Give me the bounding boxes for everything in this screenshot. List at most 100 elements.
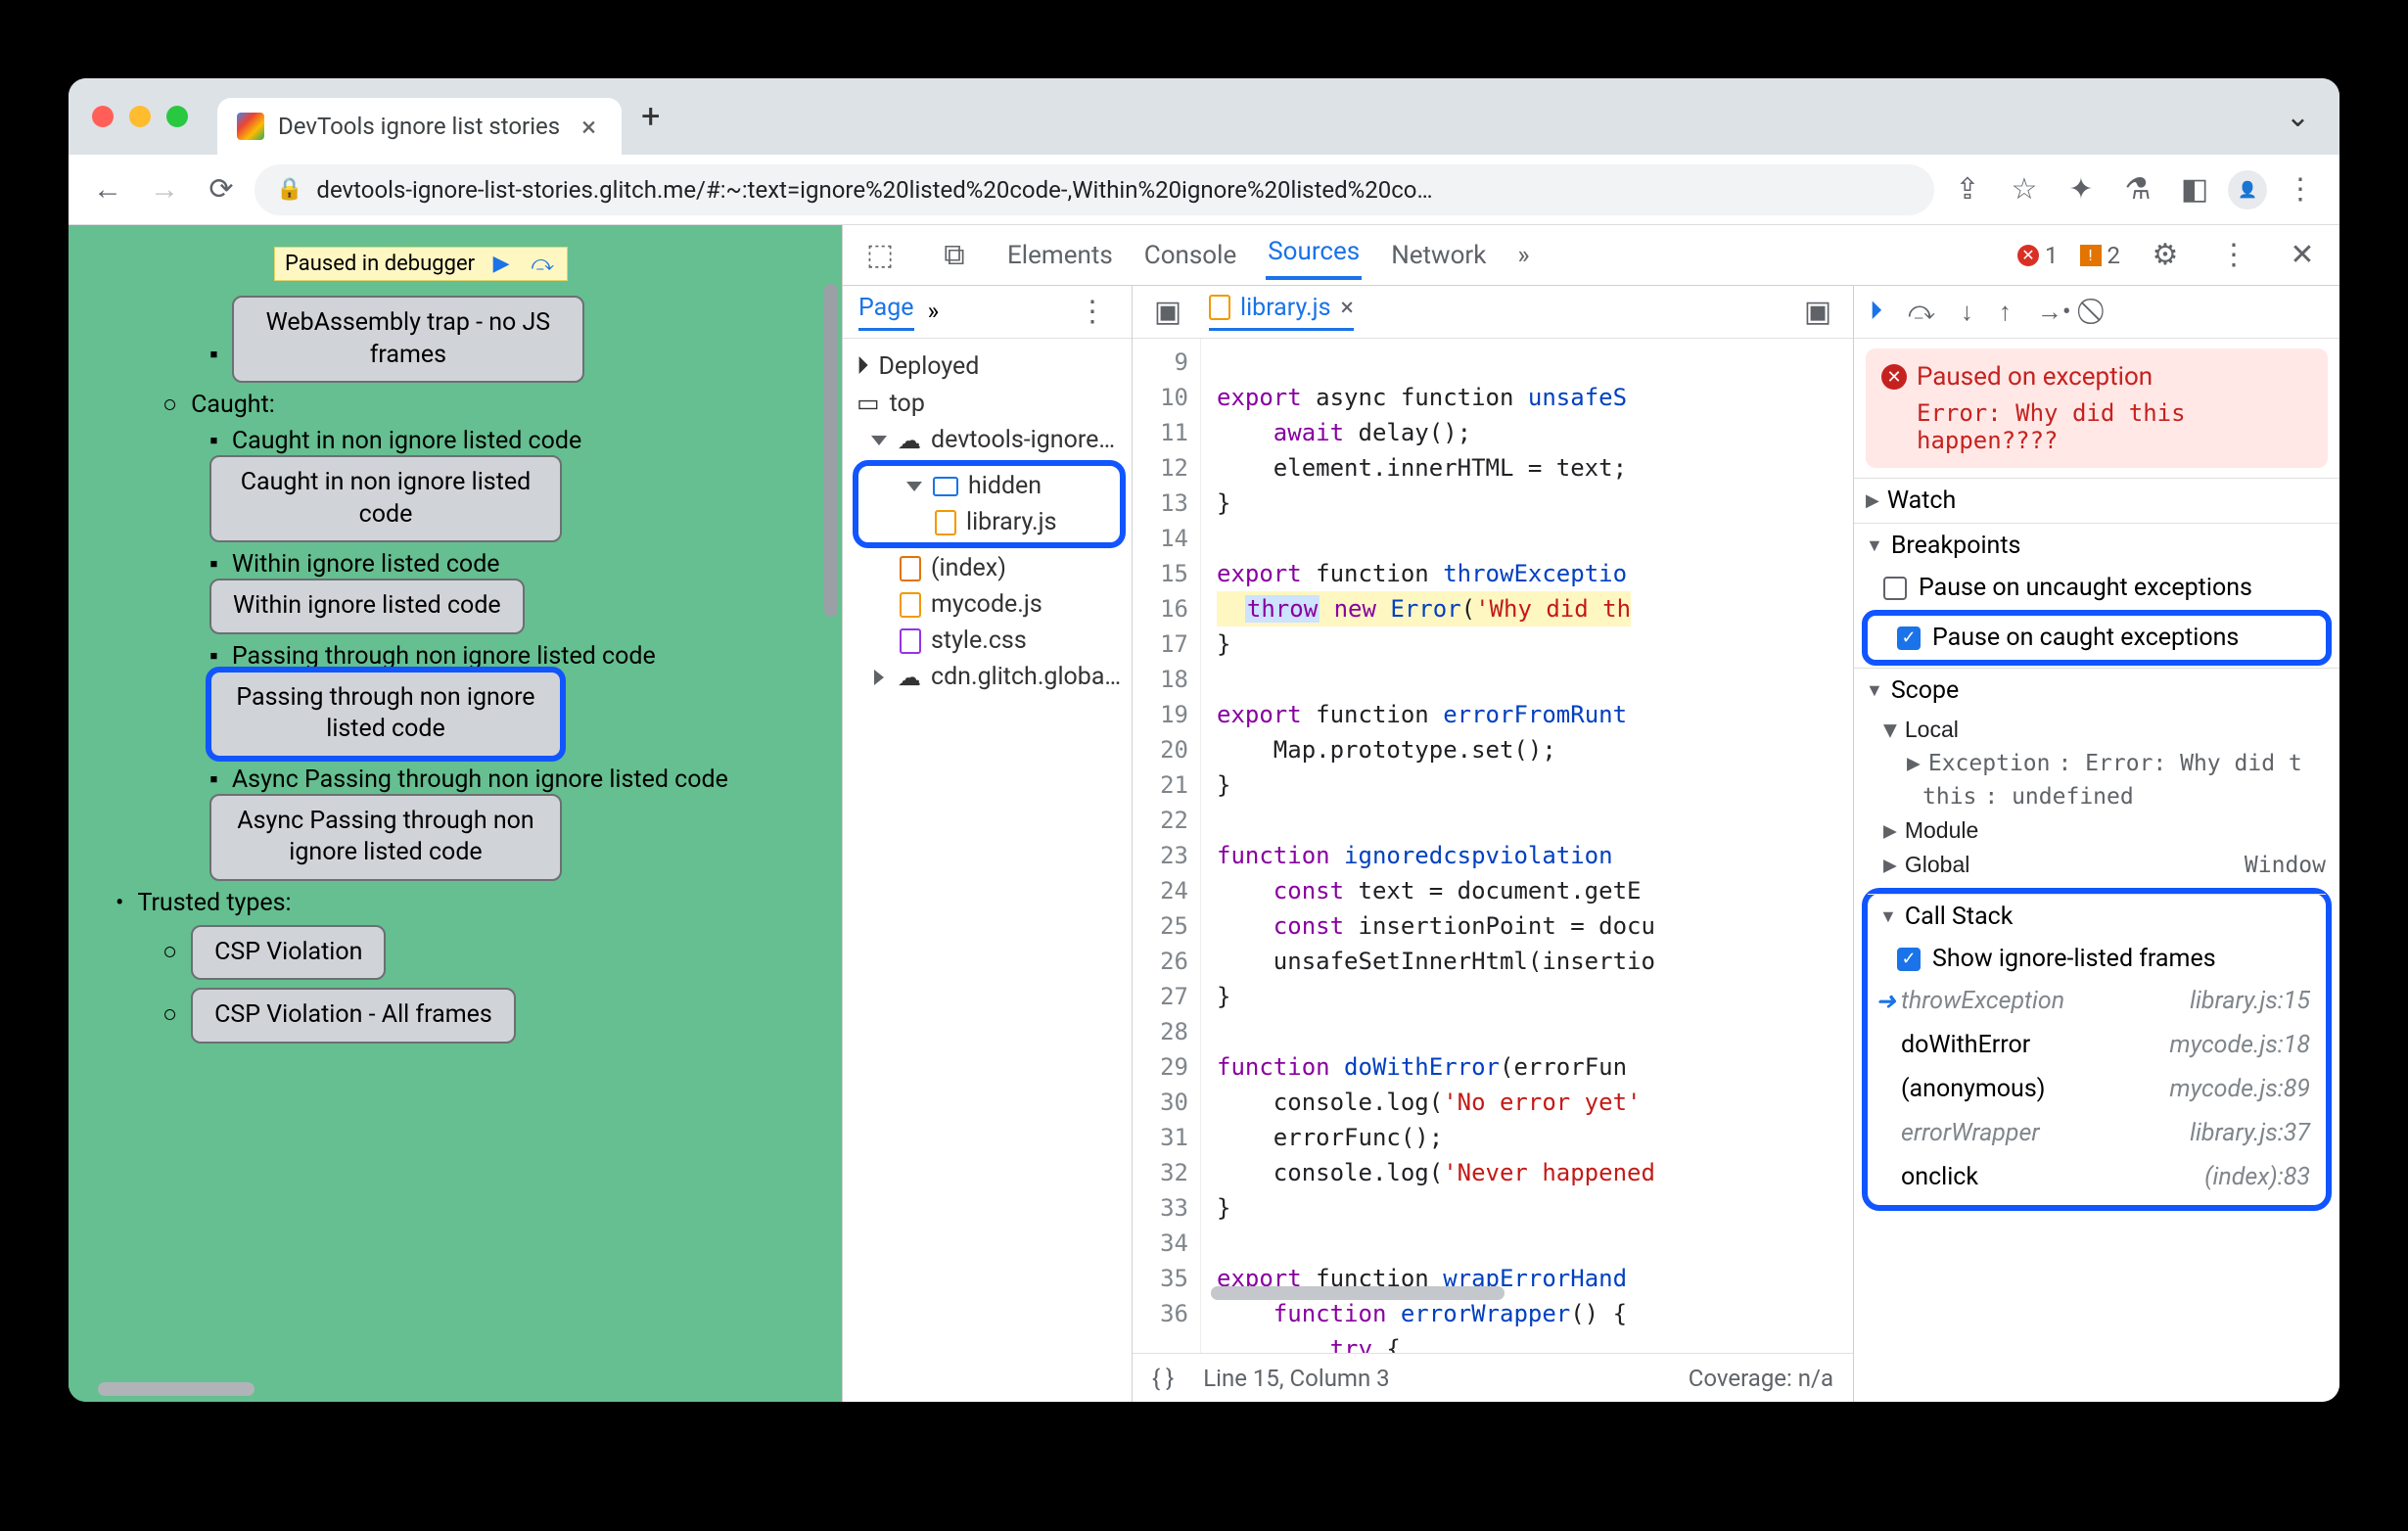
new-tab-button[interactable]: + bbox=[641, 97, 660, 136]
section-breakpoints[interactable]: ▼Breakpoints bbox=[1854, 524, 2339, 568]
tab-overflow-button[interactable]: ⌄ bbox=[2286, 100, 2310, 134]
checkbox-unchecked-icon[interactable] bbox=[1883, 577, 1907, 600]
navigator-menu-icon[interactable]: ⋮ bbox=[1069, 289, 1116, 336]
warning-count[interactable]: !2 bbox=[2080, 242, 2121, 269]
browser-tab[interactable]: DevTools ignore list stories × bbox=[217, 98, 622, 155]
callstack-frame[interactable]: onclick(index):83 bbox=[1868, 1155, 2326, 1199]
sidepanel-button[interactable]: ◧ bbox=[2171, 166, 2218, 213]
coverage-status: Coverage: n/a bbox=[1689, 1365, 1833, 1392]
page-horizontal-scrollbar[interactable] bbox=[98, 1382, 255, 1396]
settings-gear-icon[interactable]: ⚙ bbox=[2142, 232, 2189, 279]
nav-deployed[interactable]: ⏵Deployed bbox=[853, 348, 1126, 385]
close-window-button[interactable] bbox=[92, 106, 114, 127]
step-button[interactable]: →• bbox=[2037, 297, 2071, 327]
frame-function: doWithError bbox=[1901, 1031, 2030, 1059]
toggle-navigator-icon[interactable]: ▣ bbox=[1144, 289, 1191, 336]
list-item: Passing through non ignore listed code bbox=[232, 642, 656, 671]
passing-through-button[interactable]: Passing through non ignore listed code bbox=[209, 671, 562, 758]
nav-file-mycode[interactable]: mycode.js bbox=[853, 586, 1126, 623]
code-area[interactable]: 9101112131415161718192021222324252627282… bbox=[1133, 339, 1853, 1353]
address-bar[interactable]: 🔒 devtools-ignore-list-stories.glitch.me… bbox=[255, 164, 1934, 215]
profile-avatar[interactable]: 👤 bbox=[2228, 170, 2267, 209]
device-toolbar-icon[interactable]: ⧉ bbox=[931, 232, 978, 279]
back-button[interactable]: ← bbox=[84, 166, 131, 213]
person-icon: 👤 bbox=[2238, 180, 2257, 199]
labs-button[interactable]: ⚗ bbox=[2114, 166, 2161, 213]
step-over-icon[interactable]: ⤼ bbox=[528, 253, 557, 276]
checkbox-checked-icon[interactable]: ✓ bbox=[1897, 626, 1921, 650]
async-passing-button[interactable]: Async Passing through non ignore listed … bbox=[209, 794, 562, 881]
html-file-icon bbox=[900, 556, 921, 581]
devtools-menu-icon[interactable]: ⋮ bbox=[2210, 232, 2257, 279]
bookmark-button[interactable]: ☆ bbox=[2001, 166, 2048, 213]
show-ignore-listed-toggle[interactable]: ✓Show ignore-listed frames bbox=[1868, 939, 2326, 979]
inspect-element-icon[interactable]: ⬚ bbox=[857, 232, 903, 279]
tab-network[interactable]: Network bbox=[1389, 235, 1488, 276]
navigator-tab-page[interactable]: Page bbox=[858, 294, 914, 331]
frame-location: library.js:37 bbox=[2190, 1119, 2310, 1147]
close-tab-icon[interactable]: × bbox=[581, 111, 596, 143]
nav-file-style[interactable]: style.css bbox=[853, 623, 1126, 659]
resume-button[interactable]: ⏵ bbox=[1870, 297, 1882, 327]
maximize-window-button[interactable] bbox=[166, 106, 188, 127]
wasm-trap-button[interactable]: WebAssembly trap - no JS frames bbox=[232, 296, 584, 383]
minimize-window-button[interactable] bbox=[129, 106, 151, 127]
lock-icon: 🔒 bbox=[276, 177, 302, 202]
checkbox-checked-icon[interactable]: ✓ bbox=[1897, 948, 1921, 971]
within-ignore-button[interactable]: Within ignore listed code bbox=[209, 579, 525, 634]
extensions-button[interactable]: ✦ bbox=[2058, 166, 2105, 213]
reload-button[interactable]: ⟳ bbox=[198, 166, 245, 213]
callstack-frame[interactable]: doWithError mycode.js:18 bbox=[1868, 1023, 2326, 1067]
tabs-overflow-icon[interactable]: » bbox=[1515, 235, 1531, 276]
trusted-types-heading: Trusted types: bbox=[137, 889, 291, 917]
callstack-frame[interactable]: (anonymous)mycode.js:89 bbox=[1868, 1067, 2326, 1111]
nav-folder-hidden[interactable]: hidden bbox=[862, 468, 1116, 504]
editor-file-tab[interactable]: library.js× bbox=[1209, 294, 1354, 331]
page-vertical-scrollbar[interactable] bbox=[824, 284, 838, 617]
deploy-icon: ⏵ bbox=[857, 352, 869, 381]
nav-top[interactable]: ▭top bbox=[853, 385, 1126, 422]
nav-cdn[interactable]: ☁cdn.glitch.globa… bbox=[853, 659, 1126, 695]
navigator-overflow-icon[interactable]: » bbox=[928, 298, 940, 326]
step-into-button[interactable]: ↓ bbox=[1961, 297, 1973, 327]
pretty-print-icon[interactable]: { } bbox=[1152, 1365, 1174, 1392]
callstack-frame[interactable]: errorWrapperlibrary.js:37 bbox=[1868, 1111, 2326, 1155]
nav-site[interactable]: ☁devtools-ignore… bbox=[853, 422, 1126, 458]
browser-window: DevTools ignore list stories × + ⌄ ← → ⟳… bbox=[69, 78, 2339, 1402]
window-controls bbox=[92, 106, 188, 127]
list-item: Async Passing through non ignore listed … bbox=[232, 766, 728, 794]
share-button[interactable]: ⇪ bbox=[1944, 166, 1991, 213]
close-file-icon[interactable]: × bbox=[1340, 294, 1353, 322]
callstack-frame[interactable]: throwExceptionlibrary.js:15 bbox=[1868, 979, 2326, 1023]
csp-violation-all-button[interactable]: CSP Violation - All frames bbox=[191, 988, 516, 1044]
js-file-icon bbox=[935, 510, 956, 535]
csp-violation-button[interactable]: CSP Violation bbox=[191, 925, 386, 981]
frame-location: (index):83 bbox=[2204, 1163, 2310, 1191]
bp-pause-caught[interactable]: ✓Pause on caught exceptions bbox=[1868, 618, 2326, 658]
tab-elements[interactable]: Elements bbox=[1005, 235, 1115, 276]
source-editor: ▣ library.js× ▣ 910111213141516171819202… bbox=[1133, 286, 1854, 1402]
exception-message: Error: Why did this happen???? bbox=[1881, 399, 2312, 454]
browser-menu-button[interactable]: ⋮ bbox=[2277, 166, 2324, 213]
editor-horizontal-scrollbar[interactable] bbox=[1211, 1286, 1505, 1300]
step-out-button[interactable]: ↑ bbox=[1999, 297, 2012, 327]
folder-icon bbox=[933, 477, 958, 496]
bp-pause-uncaught[interactable]: Pause on uncaught exceptions bbox=[1854, 568, 2339, 608]
section-scope[interactable]: ▼Scope bbox=[1854, 669, 2339, 713]
toggle-debugger-icon[interactable]: ▣ bbox=[1794, 289, 1841, 336]
forward-button[interactable]: → bbox=[141, 166, 188, 213]
error-count[interactable]: ✕1 bbox=[2017, 242, 2059, 269]
frame-location: mycode.js:18 bbox=[2169, 1031, 2310, 1059]
section-watch[interactable]: ▶Watch bbox=[1854, 479, 2339, 523]
step-over-button[interactable]: ⤼ bbox=[1908, 297, 1935, 327]
nav-file-index[interactable]: (index) bbox=[853, 550, 1126, 586]
list-item: Caught in non ignore listed code bbox=[232, 427, 581, 455]
tab-sources[interactable]: Sources bbox=[1266, 231, 1362, 280]
caught-non-ignore-button[interactable]: Caught in non ignore listed code bbox=[209, 455, 562, 542]
resume-icon[interactable]: ▶ bbox=[486, 253, 516, 276]
close-devtools-icon[interactable]: ✕ bbox=[2279, 232, 2326, 279]
code-text: export async function unsafeS await dela… bbox=[1201, 339, 1655, 1353]
tab-console[interactable]: Console bbox=[1142, 235, 1238, 276]
nav-file-library[interactable]: library.js bbox=[862, 504, 1116, 540]
section-callstack[interactable]: ▼Call Stack bbox=[1868, 894, 2326, 939]
